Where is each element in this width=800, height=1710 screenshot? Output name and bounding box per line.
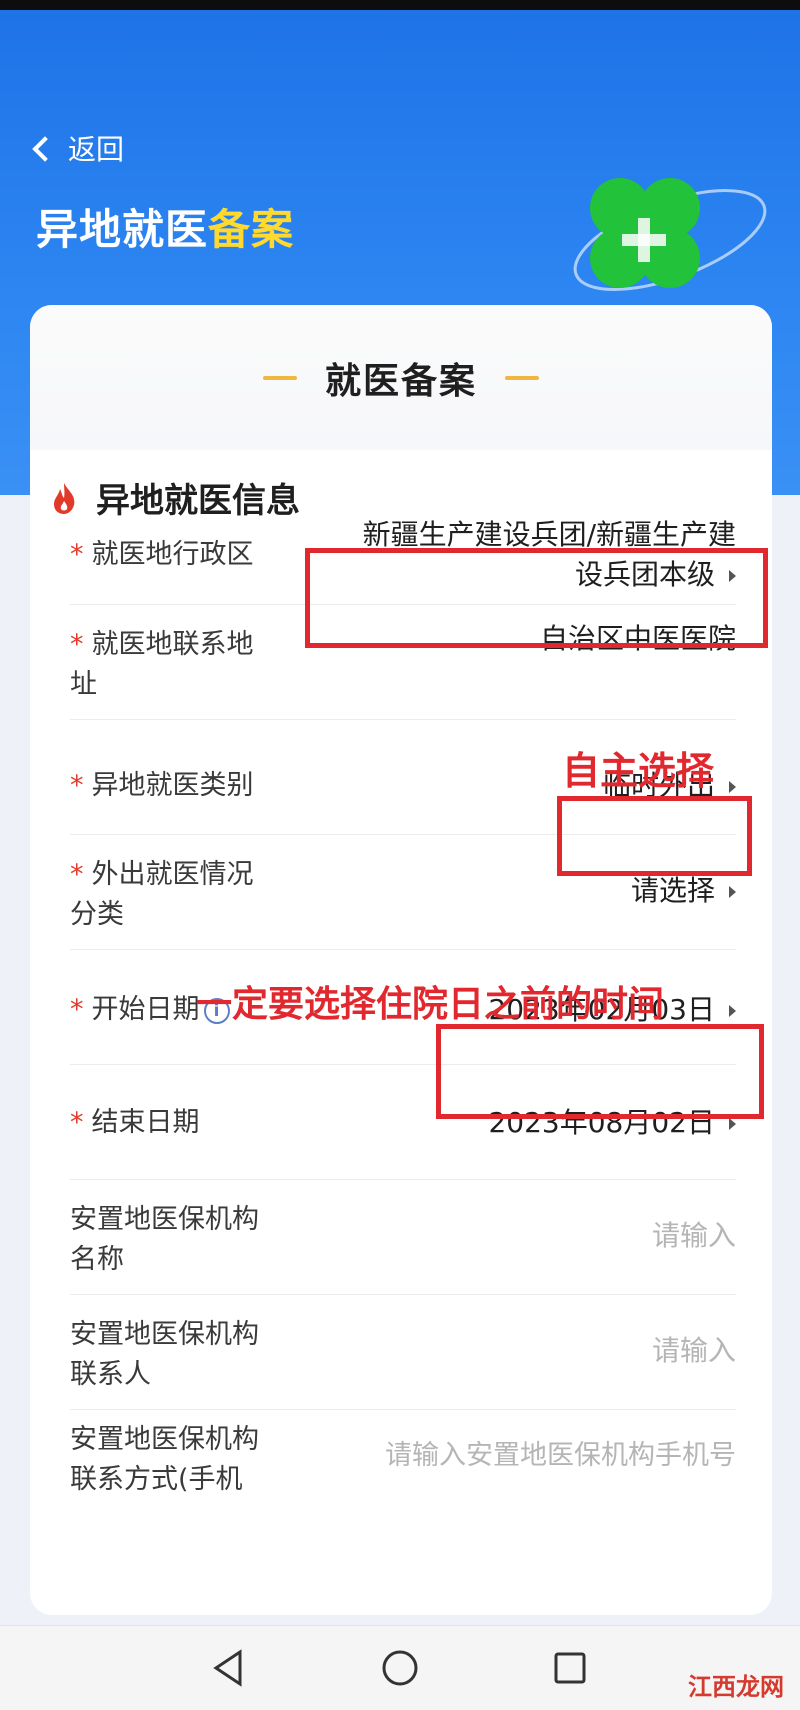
- address-label-line2: 址: [70, 669, 97, 700]
- chevron-left-icon: [32, 136, 58, 162]
- annotation-before-admission: 一定要选择住院日之前的时间: [196, 984, 665, 1025]
- caret-right-icon: [729, 781, 736, 793]
- caret-right-icon: [729, 1005, 736, 1017]
- agency-phone-input[interactable]: 请输入安置地医保机构手机号: [385, 1436, 736, 1476]
- agency-name-label: 安置地医保机构 名称: [70, 1200, 259, 1280]
- caret-right-icon: [729, 886, 736, 898]
- card-header-title: 就医备案: [324, 360, 477, 402]
- system-nav-bar: 江西龙网: [0, 1625, 800, 1710]
- annotation-box-region: [305, 548, 768, 648]
- back-button[interactable]: 返回: [32, 128, 125, 168]
- agency-phone-label-line1: 安置地医保机构: [70, 1424, 259, 1455]
- caret-right-icon: [729, 1118, 736, 1130]
- end-date-label-text: 结束日期: [91, 1107, 200, 1138]
- back-triangle-icon[interactable]: [208, 1646, 252, 1690]
- category-label: * 异地就医类别: [70, 766, 254, 806]
- page-title-highlight: 备案: [208, 205, 295, 254]
- page-title: 异地就医备案: [36, 196, 294, 257]
- required-mark: *: [70, 994, 84, 1025]
- watermark: 江西龙网: [688, 1673, 784, 1701]
- header-dash-right: [505, 375, 539, 380]
- agency-contact-label-line1: 安置地医保机构: [70, 1319, 259, 1350]
- required-mark: *: [70, 859, 84, 890]
- recents-square-icon[interactable]: [548, 1646, 592, 1690]
- situation-label: * 外出就医情况 分类: [70, 855, 254, 935]
- required-mark: *: [70, 1107, 84, 1138]
- category-label-text: 异地就医类别: [91, 770, 254, 801]
- back-label: 返回: [68, 133, 125, 166]
- annotation-box-start-date: [436, 1024, 764, 1119]
- address-label-line1: 就医地联系地: [91, 629, 254, 660]
- medical-cross-logo: [573, 178, 767, 291]
- situation-label-line2: 分类: [70, 899, 124, 930]
- region-label: * 就医地行政区: [70, 535, 254, 575]
- card-header: 就医备案: [30, 305, 772, 450]
- agency-name-label-line1: 安置地医保机构: [70, 1204, 259, 1235]
- agency-contact-label-line2: 联系人: [70, 1359, 151, 1390]
- region-label-text: 就医地行政区: [91, 539, 254, 570]
- record-card: 就医备案 异地就医信息 * 就医地行政区 新疆生产建设兵团/新疆生产建 设兵团本级…: [30, 305, 772, 1615]
- agency-contact-label: 安置地医保机构 联系人: [70, 1315, 259, 1395]
- agency-contact-row[interactable]: 安置地医保机构 联系人 请输入: [70, 1295, 736, 1410]
- situation-value-text: 请选择: [630, 874, 715, 907]
- agency-phone-label: 安置地医保机构 联系方式(手机: [70, 1420, 259, 1500]
- required-mark: *: [70, 770, 84, 801]
- agency-name-label-line2: 名称: [70, 1244, 124, 1275]
- annotation-box-category: [557, 796, 752, 876]
- status-bar: [0, 0, 800, 10]
- header-dash-left: [262, 375, 297, 380]
- annotation-self-select: 自主选择: [562, 749, 715, 793]
- agency-phone-row[interactable]: 安置地医保机构 联系方式(手机 请输入安置地医保机构手机号: [70, 1410, 736, 1515]
- agency-contact-input[interactable]: 请输入: [652, 1331, 736, 1371]
- page-title-main: 异地就医: [36, 205, 209, 254]
- required-mark: *: [70, 629, 84, 660]
- address-label: * 就医地联系地 址: [70, 625, 254, 705]
- agency-name-row[interactable]: 安置地医保机构 名称 请输入: [70, 1180, 736, 1295]
- agency-name-input[interactable]: 请输入: [652, 1216, 736, 1256]
- home-circle-icon[interactable]: [378, 1646, 422, 1690]
- situation-label-line1: 外出就医情况: [91, 859, 254, 890]
- agency-phone-label-line2: 联系方式(手机: [70, 1464, 243, 1495]
- end-date-label: * 结束日期: [70, 1103, 200, 1143]
- situation-value[interactable]: 请选择: [631, 871, 736, 911]
- required-mark: *: [70, 539, 84, 570]
- start-date-label-text: 开始日期: [91, 994, 200, 1025]
